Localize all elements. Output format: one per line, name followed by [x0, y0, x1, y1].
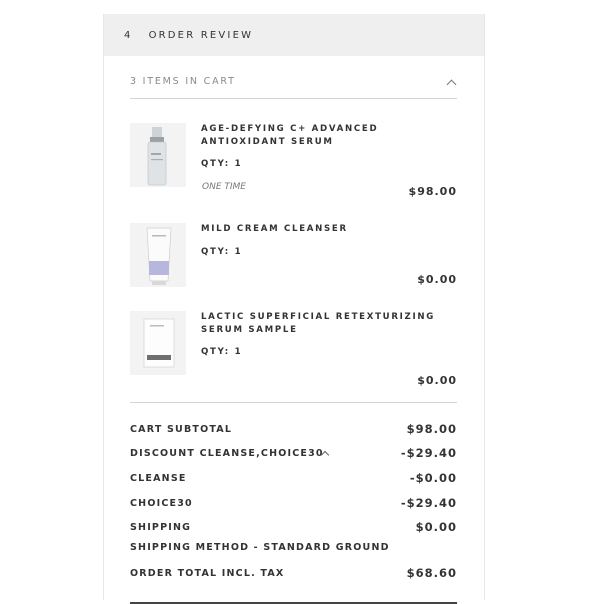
item-price: $0.00: [417, 273, 457, 286]
order-total-value: $68.60: [406, 566, 457, 580]
item-frequency: ONE TIME: [202, 182, 246, 192]
shipping-label: SHIPPING: [130, 522, 192, 533]
serum-bottle-icon: [130, 123, 186, 187]
chevron-up-icon[interactable]: [446, 79, 457, 90]
discount-value: -$29.40: [400, 446, 457, 460]
cart-item: MILD CREAM CLEANSER QTY: 1 $0.00: [130, 223, 457, 288]
shipping-row: SHIPPING $0.00: [130, 520, 457, 538]
sample-packet-icon: [130, 311, 186, 375]
shipping-method: SHIPPING METHOD - STANDARD GROUND: [130, 542, 390, 553]
discount-row: DISCOUNT CLEANSE,CHOICE30 -$29.40: [130, 446, 457, 464]
step-number: 4: [124, 29, 133, 41]
order-review-panel: 4 ORDER REVIEW 3 ITEMS IN CART AGE-DEFYI…: [103, 14, 485, 604]
cleanse-value: -$0.00: [409, 471, 457, 485]
cleanser-tube-icon: [130, 223, 186, 287]
divider: [130, 402, 457, 403]
section-title: ORDER REVIEW: [148, 29, 254, 41]
cleanse-discount-row: CLEANSE -$0.00: [130, 471, 457, 489]
cart-subtotal-label: CART SUBTOTAL: [130, 424, 233, 435]
discount-label: DISCOUNT CLEANSE,CHOICE30: [130, 448, 324, 459]
order-review-header: 4 ORDER REVIEW: [104, 14, 484, 56]
order-total-label: ORDER TOTAL INCL. TAX: [130, 568, 285, 579]
item-name: AGE-DEFYING C+ ADVANCED ANTIOXIDANT SERU…: [201, 124, 379, 147]
cleanse-label: CLEANSE: [130, 473, 187, 484]
cart-subtotal-value: $98.00: [406, 422, 457, 436]
item-price: $0.00: [417, 374, 457, 387]
cart-item: AGE-DEFYING C+ ADVANCED ANTIOXIDANT SERU…: [130, 123, 457, 203]
item-name: LACTIC SUPERFICIAL RETEXTURIZING SERUM S…: [201, 312, 436, 335]
choice30-value: -$29.40: [400, 496, 457, 510]
item-quantity: QTY: 1: [201, 247, 243, 257]
choice30-discount-row: CHOICE30 -$29.40: [130, 496, 457, 514]
item-quantity: QTY: 1: [201, 347, 243, 357]
cart-subtotal-row: CART SUBTOTAL $98.00: [130, 422, 457, 440]
shipping-value: $0.00: [415, 520, 457, 534]
cart-item-count: 3 ITEMS IN CART: [130, 76, 236, 87]
item-name: MILD CREAM CLEANSER: [201, 224, 348, 234]
item-quantity: QTY: 1: [201, 159, 243, 169]
cart-items-toggle[interactable]: 3 ITEMS IN CART: [130, 76, 457, 99]
order-total-row: ORDER TOTAL INCL. TAX $68.60: [130, 566, 457, 584]
choice30-label: CHOICE30: [130, 498, 193, 509]
item-price: $98.00: [408, 185, 457, 198]
cart-item: LACTIC SUPERFICIAL RETEXTURIZING SERUM S…: [130, 311, 457, 391]
